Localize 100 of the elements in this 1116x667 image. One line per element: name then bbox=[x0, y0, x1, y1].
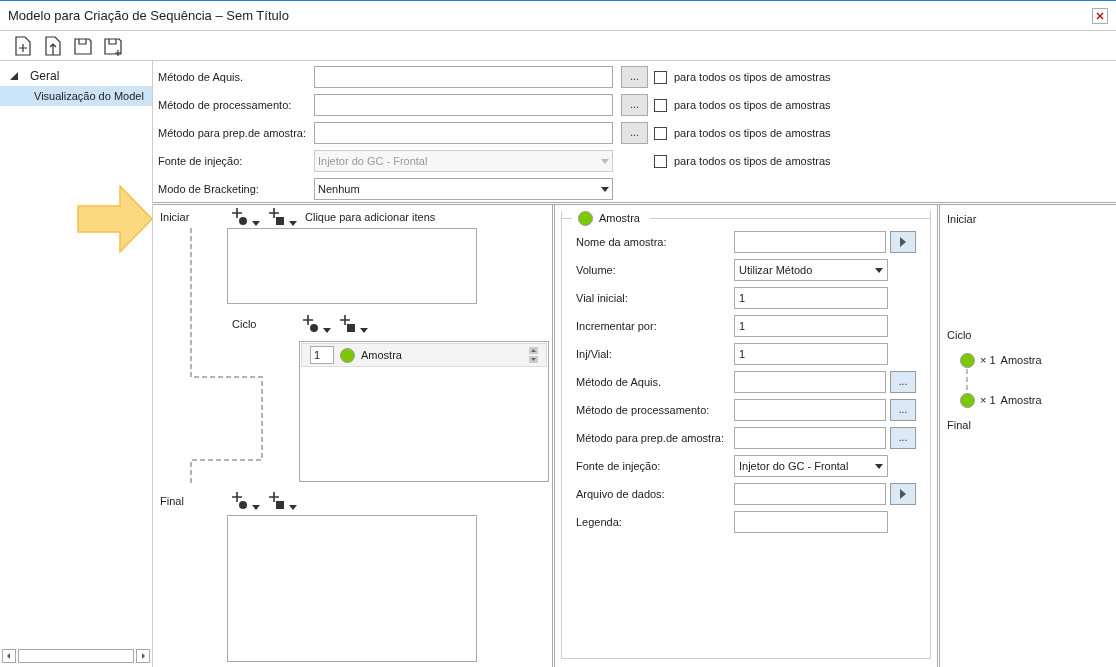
play-button[interactable] bbox=[890, 231, 916, 253]
field-label: Método de processamento: bbox=[158, 97, 293, 113]
up-down-icon bbox=[529, 347, 538, 363]
input-field[interactable] bbox=[314, 94, 613, 116]
count-text: × 1 bbox=[980, 392, 996, 408]
checkbox[interactable] bbox=[654, 98, 667, 112]
field-label: Método de Aquis. bbox=[158, 69, 244, 85]
input-field[interactable] bbox=[314, 122, 613, 144]
plus-square-icon bbox=[339, 315, 357, 333]
browse-button[interactable]: ... bbox=[890, 371, 916, 393]
field-label: Vial inicial: bbox=[576, 290, 629, 306]
upload-icon bbox=[43, 35, 63, 56]
input-field[interactable]: 1 bbox=[734, 343, 888, 365]
plus-circle-icon bbox=[231, 208, 249, 226]
item-name: Amostra bbox=[1000, 352, 1042, 368]
dropdown[interactable]: Nenhum bbox=[314, 178, 613, 200]
field-label: Nome da amostra: bbox=[576, 234, 668, 250]
field-label: Método para prep.de amostra: bbox=[576, 430, 725, 446]
caret-icon bbox=[323, 328, 331, 333]
connector-line bbox=[966, 369, 968, 391]
field-label: Arquivo de dados: bbox=[576, 486, 666, 502]
section-label: Final bbox=[160, 493, 185, 509]
add-sample-button[interactable] bbox=[231, 208, 260, 226]
save-icon bbox=[73, 35, 93, 56]
field-label: Modo de Bracketing: bbox=[158, 181, 260, 197]
input-field[interactable] bbox=[314, 66, 613, 88]
upload-button[interactable] bbox=[42, 34, 64, 57]
plus-circle-icon bbox=[231, 492, 249, 510]
field-label: Volume: bbox=[576, 262, 617, 278]
section-label: Iniciar bbox=[947, 212, 978, 227]
field-label: Inj/Vial: bbox=[576, 346, 613, 362]
checkbox-label: para todos os tipos de amostras bbox=[674, 125, 831, 141]
checkbox-label: para todos os tipos de amostras bbox=[674, 97, 831, 113]
section-label: Final bbox=[947, 418, 972, 433]
checkbox[interactable] bbox=[654, 70, 667, 84]
play-button[interactable] bbox=[890, 483, 916, 505]
field-label: Fonte de injeção: bbox=[576, 458, 662, 474]
input-field[interactable] bbox=[734, 371, 886, 393]
checkbox[interactable] bbox=[654, 126, 667, 140]
tree-item[interactable]: Visualização do Model bbox=[0, 86, 152, 106]
add-sample-button[interactable] bbox=[302, 315, 331, 333]
horizontal-scrollbar[interactable] bbox=[2, 648, 150, 664]
count-field[interactable]: 1 bbox=[310, 346, 334, 364]
window-title: Modelo para Criação de Sequência – Sem Título bbox=[8, 6, 289, 25]
add-sample-button[interactable] bbox=[231, 492, 260, 510]
add-block-button[interactable] bbox=[339, 315, 368, 333]
input-field[interactable] bbox=[734, 399, 886, 421]
input-field[interactable] bbox=[734, 483, 886, 505]
browse-button[interactable]: ... bbox=[621, 66, 648, 88]
input-field[interactable]: 1 bbox=[734, 287, 888, 309]
close-icon bbox=[1096, 11, 1104, 20]
plus-square-icon bbox=[268, 208, 286, 226]
input-field[interactable] bbox=[734, 511, 888, 533]
caret-icon bbox=[289, 505, 297, 510]
caret-icon bbox=[601, 158, 609, 164]
browse-button[interactable]: ... bbox=[890, 427, 916, 449]
caret-icon bbox=[289, 221, 297, 226]
checkbox-label: para todos os tipos de amostras bbox=[674, 153, 831, 169]
count-text: × 1 bbox=[980, 352, 996, 368]
add-block-button[interactable] bbox=[268, 208, 297, 226]
plus-square-icon bbox=[268, 492, 286, 510]
add-block-button[interactable] bbox=[268, 492, 297, 510]
plus-circle-icon bbox=[302, 315, 320, 333]
expand-icon bbox=[10, 72, 18, 80]
browse-button[interactable]: ... bbox=[890, 399, 916, 421]
dropdown[interactable]: Utilizar Método bbox=[734, 259, 888, 281]
caret-icon bbox=[252, 221, 260, 226]
new-document-icon bbox=[13, 35, 33, 56]
input-field[interactable]: 1 bbox=[734, 315, 888, 337]
play-icon bbox=[900, 489, 906, 499]
dropdown[interactable]: Injetor do GC - Frontal bbox=[734, 455, 888, 477]
section-label: Iniciar bbox=[160, 209, 191, 225]
caret-icon bbox=[601, 186, 609, 192]
field-label: Legenda: bbox=[576, 514, 623, 530]
play-icon bbox=[900, 237, 906, 247]
field-label: Método de processamento: bbox=[576, 402, 711, 418]
group-title: Amostra bbox=[599, 211, 640, 227]
browse-button[interactable]: ... bbox=[621, 94, 648, 116]
caret-icon bbox=[360, 328, 368, 333]
section-label: Ciclo bbox=[947, 328, 973, 343]
tree-item[interactable]: Geral bbox=[0, 66, 152, 86]
field-label: Fonte de injeção: bbox=[158, 153, 244, 169]
item-name: Amostra bbox=[1000, 392, 1042, 408]
list-row[interactable]: 1 Amostra bbox=[301, 343, 547, 367]
input-field[interactable] bbox=[734, 231, 886, 253]
caret-icon bbox=[875, 463, 883, 469]
field-label: Método de Aquis. bbox=[576, 374, 662, 390]
item-name: Amostra bbox=[361, 347, 403, 363]
browse-button[interactable]: ... bbox=[621, 122, 648, 144]
caret-icon bbox=[252, 505, 260, 510]
field-label: Incrementar por: bbox=[576, 318, 658, 334]
field-label: Método para prep.de amostra: bbox=[158, 125, 307, 141]
close-button[interactable] bbox=[1092, 7, 1108, 24]
section-label: Ciclo bbox=[232, 316, 258, 332]
checkbox-label: para todos os tipos de amostras bbox=[674, 69, 831, 85]
input-field[interactable] bbox=[734, 427, 886, 449]
hint-text: Clique para adicionar itens bbox=[305, 209, 436, 225]
save-as-icon bbox=[103, 35, 123, 56]
new-document-button[interactable] bbox=[12, 34, 34, 57]
caret-icon bbox=[875, 267, 883, 273]
